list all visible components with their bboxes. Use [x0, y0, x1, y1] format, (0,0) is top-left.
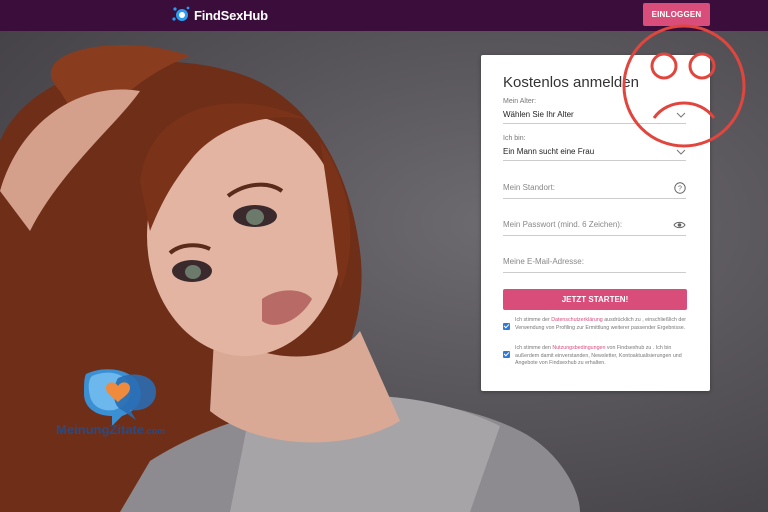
location-input[interactable]: Mein Standort: ?	[503, 177, 686, 199]
terms-link[interactable]: Nutzungsbedingungen	[552, 345, 605, 351]
signup-title: Kostenlos anmelden	[503, 74, 639, 91]
privacy-policy-link[interactable]: Datenschutzerklärung	[551, 317, 603, 323]
start-button[interactable]: JETZT STARTEN!	[503, 289, 687, 310]
consent-terms-text: Ich stimme den Nutzungsbedingungen von F…	[515, 345, 689, 368]
sad-face-icon	[622, 24, 746, 148]
iam-label: Ich bin:	[503, 135, 526, 142]
checkbox-icon[interactable]	[503, 323, 510, 330]
location-placeholder: Mein Standort:	[503, 183, 556, 192]
checkbox-icon[interactable]	[503, 351, 510, 358]
password-placeholder: Mein Passwort (mind. 6 Zeichen):	[503, 220, 623, 229]
watermark-name: MeinungZitate	[56, 422, 145, 437]
password-input[interactable]: Mein Passwort (mind. 6 Zeichen):	[503, 214, 686, 236]
consent-terms-row: Ich stimme den Nutzungsbedingungen von F…	[503, 345, 689, 368]
watermark-suffix: .com	[144, 426, 166, 436]
iam-select-value: Ein Mann sucht eine Frau	[503, 147, 595, 156]
consent-privacy-text: Ich stimme der Datenschutzerklärung ausd…	[515, 317, 689, 332]
svg-text:?: ?	[678, 185, 682, 192]
consent-privacy-row: Ich stimme der Datenschutzerklärung ausd…	[503, 317, 689, 332]
age-select-value: Wählen Sie Ihr Alter	[503, 110, 574, 119]
brand-name: FindSexHub	[194, 7, 268, 23]
watermark-text: MeinungZitate.com	[56, 422, 165, 437]
email-input[interactable]: Meine E-Mail-Adresse:	[503, 251, 686, 273]
brand-logo[interactable]: FindSexHub	[171, 5, 268, 25]
eye-icon[interactable]	[673, 220, 686, 230]
age-label: Mein Alter:	[503, 98, 537, 105]
help-icon[interactable]: ?	[674, 181, 686, 194]
email-placeholder: Meine E-Mail-Adresse:	[503, 257, 584, 266]
logo-mark-icon	[172, 6, 190, 21]
consent-terms-pre: Ich stimme den	[515, 345, 553, 351]
consent-privacy-pre: Ich stimme der	[515, 317, 552, 323]
